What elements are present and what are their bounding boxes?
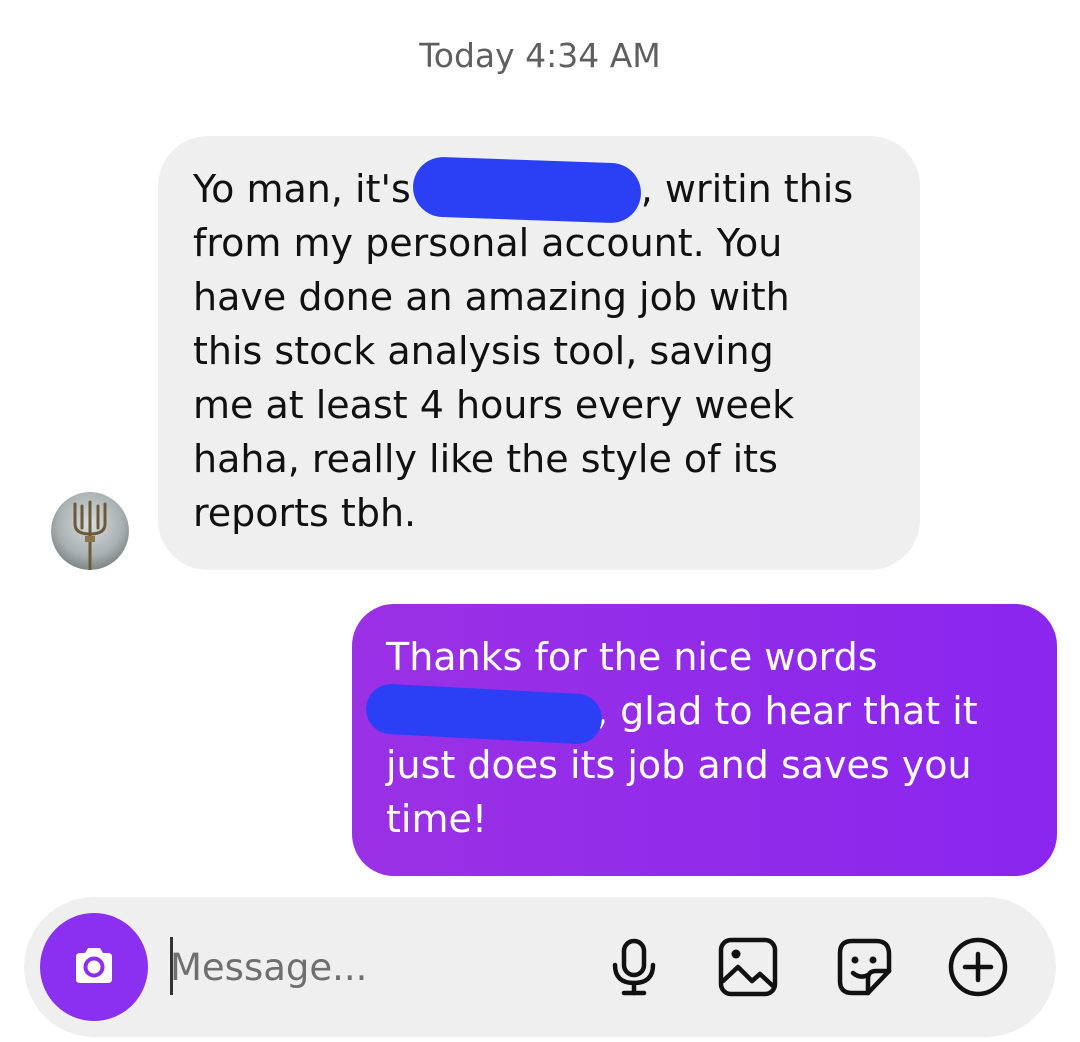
gallery-icon[interactable] bbox=[716, 935, 780, 999]
microphone-icon[interactable] bbox=[602, 935, 666, 999]
message-line: Yo man, it's, writin this bbox=[193, 155, 890, 224]
sender-avatar[interactable] bbox=[51, 492, 129, 570]
message-line: reports tbh. bbox=[193, 491, 417, 535]
message-line: , glad to hear that it bbox=[364, 682, 1037, 745]
message-line: this stock analysis tool, saving bbox=[193, 329, 774, 373]
message-line: Thanks for the nice words bbox=[386, 635, 878, 679]
message-composer bbox=[24, 897, 1056, 1037]
camera-button[interactable] bbox=[40, 913, 148, 1021]
text-cursor bbox=[170, 937, 173, 995]
message-input[interactable] bbox=[170, 932, 580, 1002]
message-timestamp: Today 4:34 AM bbox=[419, 36, 661, 75]
message-line: haha, really like the style of its bbox=[193, 437, 778, 481]
redaction-mark bbox=[364, 682, 604, 745]
message-line: time! bbox=[386, 797, 488, 841]
incoming-message-bubble[interactable]: Yo man, it's, writin this from my person… bbox=[158, 136, 920, 570]
trident-avatar-icon bbox=[51, 492, 129, 570]
sticker-icon[interactable] bbox=[832, 935, 896, 999]
message-line: just does its job and saves you bbox=[386, 743, 972, 787]
outgoing-message-bubble[interactable]: Thanks for the nice words , glad to hear… bbox=[352, 604, 1057, 876]
message-line: have done an amazing job with bbox=[193, 275, 790, 319]
message-line: from my personal account. You bbox=[193, 221, 783, 265]
add-icon[interactable] bbox=[946, 935, 1010, 999]
camera-icon bbox=[76, 948, 112, 983]
redaction-mark bbox=[411, 155, 642, 224]
message-line: me at least 4 hours every week bbox=[193, 383, 795, 427]
chat-screen: Today 4:34 AM Yo man, it's, writin this … bbox=[0, 0, 1080, 1042]
